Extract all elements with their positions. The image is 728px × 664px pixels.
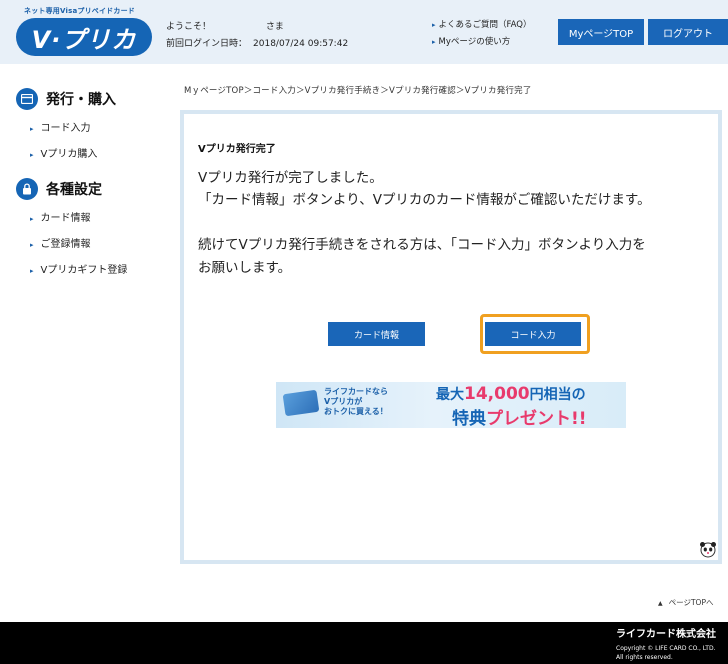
sidebar-item-label: Vプリカ購入 [40, 149, 98, 160]
vpreca-logo[interactable]: V·プリカ [16, 18, 152, 56]
sidebar-heading-label: 各種設定 [46, 182, 102, 198]
page-top-label: ページTOPへ [668, 598, 714, 607]
faq-link[interactable]: よくあるご質問（FAQ） [432, 18, 532, 30]
code-input-button[interactable]: コード入力 [485, 322, 581, 346]
welcome-text: ようこそ！ さま [166, 19, 284, 32]
continue-message: 続けてVプリカ発行手続きをされる方は、「コード入力」ボタンより入力を [198, 237, 646, 253]
banner-left-text: ライフカードなら Vプリカが おトクに買える！ [324, 387, 388, 417]
arrow-right-icon: ▸ [30, 125, 34, 133]
footer-company: ライフカード株式会社 [616, 629, 716, 640]
credit-card-icon [282, 389, 320, 417]
last-login: 前回ログイン日時： 2018/07/24 09:57:42 [166, 36, 348, 49]
sidebar-item-gift-registration[interactable]: ▸ Vプリカギフト登録 [30, 261, 127, 276]
arrow-right-icon: ▸ [30, 241, 34, 249]
banner-left-line: おトクに買える！ [324, 407, 388, 416]
sidebar-item-label: コード入力 [40, 123, 91, 134]
arrow-right-icon: ▸ [30, 267, 34, 275]
last-login-label: 前回ログイン日時： [166, 39, 248, 49]
banner-suffix: 円相当の [529, 387, 586, 403]
panda-mascot-icon [700, 542, 716, 558]
page-top-link[interactable]: ▲ ページTOPへ [658, 597, 713, 608]
banner-prefix: 最大 [436, 387, 464, 403]
page-header: ネット専用Visaプリペイドカード V·プリカ ようこそ！ さま 前回ログイン日… [0, 0, 728, 64]
sidebar-heading-label: 発行・購入 [46, 92, 116, 108]
logout-button[interactable]: ログアウト [648, 19, 728, 45]
sidebar-item-registration-info[interactable]: ▸ ご登録情報 [30, 235, 91, 250]
sidebar-item-vpreca-purchase[interactable]: ▸ Vプリカ購入 [30, 145, 97, 160]
sidebar-heading-settings: 各種設定 [16, 178, 102, 200]
card-icon [16, 88, 38, 110]
sidebar-heading-issue: 発行・購入 [16, 88, 116, 110]
copyright-line: Copyright © LIFE CARD CO., LTD. [616, 645, 716, 652]
promo-banner[interactable]: ライフカードなら Vプリカが おトクに買える！ 最大14,000円相当の 特典プ… [276, 382, 626, 428]
sidebar-item-code-input[interactable]: ▸ コード入力 [30, 119, 91, 134]
arrow-right-icon: ▸ [30, 151, 34, 159]
copyright-line: All rights reserved. [616, 654, 673, 661]
sidebar-item-label: ご登録情報 [40, 239, 91, 250]
page-title: Vプリカ発行完了 [198, 144, 276, 155]
lock-icon [16, 178, 38, 200]
completion-message: Vプリカ発行が完了しました。 [198, 170, 383, 186]
sidebar-item-label: カード情報 [40, 213, 91, 224]
sidebar-item-label: Vプリカギフト登録 [40, 265, 128, 276]
banner-line2-suffix: プレゼント!! [486, 409, 587, 428]
banner-left-line: ライフカードなら [324, 387, 388, 396]
sidebar-item-card-info[interactable]: ▸ カード情報 [30, 209, 91, 224]
banner-left-line: Vプリカが [324, 397, 363, 406]
logo-tagline: ネット専用Visaプリペイドカード [24, 7, 135, 15]
mypage-top-button[interactable]: MyページTOP [558, 19, 644, 45]
card-info-message: 「カード情報」ボタンより、Vプリカのカード情報がご確認いただけます。 [198, 192, 651, 208]
last-login-value: 2018/07/24 09:57:42 [253, 39, 349, 49]
arrow-right-icon: ▸ [30, 215, 34, 223]
main-content-panel: Vプリカ発行完了 Vプリカ発行が完了しました。 「カード情報」ボタンより、Vプリ… [180, 110, 722, 564]
page-footer: ライフカード株式会社 Copyright © LIFE CARD CO., LT… [0, 622, 728, 664]
banner-line2-prefix: 特典 [452, 409, 486, 428]
banner-subline: 特典プレゼント!! [452, 404, 587, 428]
footer-copyright: Copyright © LIFE CARD CO., LTD. All righ… [616, 644, 728, 662]
banner-headline: 最大14,000円相当の [436, 384, 586, 404]
welcome-label: ようこそ！ [166, 22, 212, 32]
banner-amount: 14,000 [464, 384, 530, 404]
howto-link[interactable]: Myページの使い方 [432, 35, 511, 47]
caret-up-icon: ▲ [658, 600, 663, 607]
card-info-button[interactable]: カード情報 [328, 322, 425, 346]
breadcrumb: MｙページTOP＞コード入力＞Vプリカ発行手続き＞Vプリカ発行確認＞Vプリカ発行… [184, 86, 532, 96]
welcome-suffix: さま [265, 22, 284, 32]
continue-message-2: お願いします。 [198, 260, 292, 276]
